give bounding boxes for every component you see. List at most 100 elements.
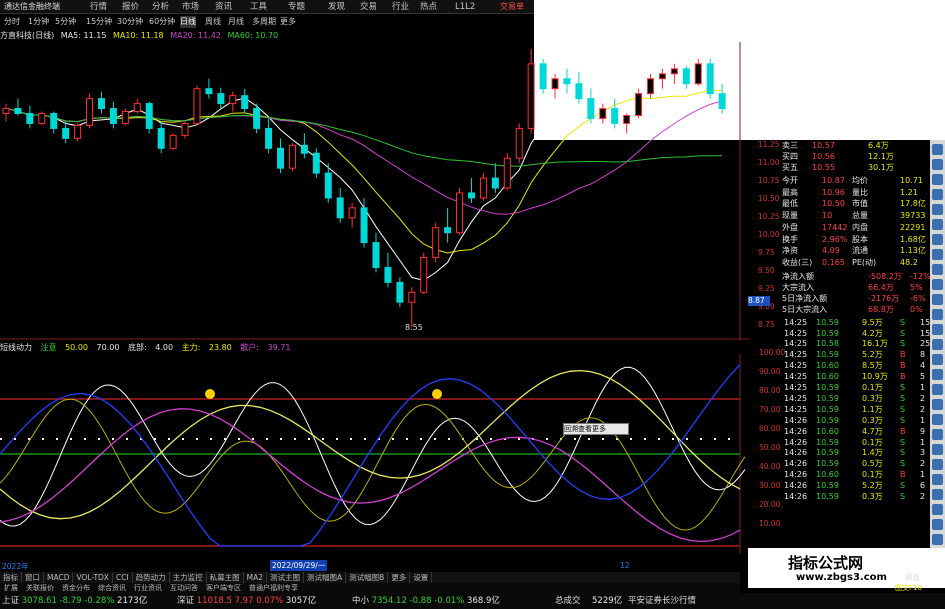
tick-side: S [900, 448, 906, 458]
tick-side: S [900, 459, 906, 469]
tick-volume: 8.5万 [862, 361, 883, 371]
date-label-month: 12 [620, 561, 630, 570]
timeframe-tab[interactable]: 1分钟 [28, 16, 49, 28]
indicator-tab[interactable]: 测试幅图B [346, 572, 389, 583]
tool-icon[interactable] [932, 429, 943, 440]
indicator-tab[interactable]: VOL-TDX [73, 572, 113, 583]
stat-value: 2.96% [822, 234, 848, 244]
tool-icon[interactable] [932, 279, 943, 290]
tick-side: B [900, 426, 906, 436]
panel-row: 最高 10.96 量比 1.21 [750, 187, 930, 198]
indicator-tab[interactable]: MACD [44, 572, 74, 583]
stat-value: 1.13亿 [900, 246, 926, 256]
side-label-f10[interactable]: 图交F10 [895, 583, 922, 593]
tool-icon[interactable] [932, 219, 943, 230]
tool-icon[interactable] [932, 519, 943, 530]
indicator-tab[interactable]: CCI [113, 572, 133, 583]
timeframe-tab[interactable]: 周线 [205, 16, 221, 28]
tool-icon[interactable] [932, 504, 943, 515]
stat-label: 今开 [782, 176, 798, 185]
tool-icon[interactable] [932, 339, 943, 350]
tool-icon[interactable] [932, 414, 943, 425]
tool-icon[interactable] [932, 444, 943, 455]
stat-label: 外盘 [782, 222, 798, 232]
indicator-tab[interactable]: 私募主图 [207, 572, 244, 583]
timeframe-tab[interactable]: 月线 [228, 16, 244, 28]
timeframe-tab[interactable]: 日线 [180, 16, 196, 28]
indicator-tab[interactable]: 窗口 [22, 572, 44, 583]
candle [408, 287, 416, 328]
extra-tab[interactable]: 互动问答 [166, 584, 202, 592]
extra-tab[interactable]: 客户端专区 [202, 584, 245, 592]
stat-value: 4.09 [822, 246, 840, 256]
timeframe-tab[interactable]: 30分钟 [117, 16, 143, 28]
blue-line [0, 364, 741, 547]
tick-side: B [900, 350, 906, 360]
extra-tab[interactable]: 扩展 [0, 584, 22, 592]
indicator-tab[interactable]: MA2 [244, 572, 268, 583]
tool-icon[interactable] [932, 144, 943, 155]
timeframe-tab[interactable]: 多周期 [252, 16, 276, 28]
tool-icon[interactable] [932, 174, 943, 185]
tick-side: S [900, 328, 906, 338]
tool-icon[interactable] [932, 309, 943, 320]
tick-time: 14:25 [784, 350, 808, 360]
extra-tab[interactable]: 资金分布 [58, 584, 94, 592]
extra-tab[interactable]: 行业资讯 [130, 584, 166, 592]
tool-icon[interactable] [932, 159, 943, 170]
index-quote[interactable]: 深证 11018.5 7.97 0.07% 3057亿 [177, 593, 316, 609]
extra-tab[interactable]: 普通户福利专享 [245, 584, 302, 592]
tick-price: 10.59 [816, 383, 839, 392]
timeframe-tab[interactable]: 15分钟 [86, 16, 112, 28]
index-quote[interactable]: 中小 7354.12 -0.88 -0.01% 368.9亿 [352, 593, 500, 609]
tool-icon[interactable] [932, 459, 943, 470]
timeframe-tab[interactable]: 60分钟 [149, 16, 175, 28]
price-chart[interactable]: 8.55 [0, 42, 750, 340]
tick-side: S [900, 404, 906, 414]
tick-count: 4 [920, 361, 926, 371]
timeframe-bar: 分时 1分钟 5分钟 15分钟 30分钟 60分钟 日线 周线 月线 多周期 更多 [0, 0, 534, 30]
side-label-model[interactable]: 模板 [905, 572, 920, 583]
candle [551, 73, 559, 99]
tick-count: 9 [920, 426, 926, 436]
tool-icon[interactable] [932, 489, 943, 500]
tool-icon[interactable] [932, 384, 943, 395]
candle [133, 98, 141, 114]
timeframe-tab[interactable]: 更多 [280, 16, 296, 28]
tool-icon[interactable] [932, 474, 943, 485]
indicator-tab[interactable]: 测试主图 [267, 572, 305, 583]
tool-icon[interactable] [932, 249, 943, 260]
extra-tab[interactable]: 关联报价 [22, 584, 58, 592]
extra-tab[interactable]: 综合资讯 [94, 584, 130, 592]
timeframe-tab[interactable]: 5分钟 [55, 16, 76, 28]
indicator-chart[interactable] [0, 354, 750, 554]
panel-row: 14:26 10.59 0.3万 S 2 [750, 491, 930, 502]
tool-icon[interactable] [932, 234, 943, 245]
indicator-tab[interactable]: 指标 [0, 572, 22, 583]
indicator-tab[interactable]: 主力监控 [170, 572, 207, 583]
tool-icon[interactable] [932, 354, 943, 365]
index-quote[interactable]: 上证 3078.61 -8.79 -0.28% 2173亿 [2, 593, 147, 609]
tool-icon[interactable] [932, 399, 943, 410]
watermark-url: www.zbgs3.com [796, 572, 887, 583]
candle [635, 88, 643, 119]
tooltip-popup[interactable]: 回溯查看更多 [563, 423, 629, 435]
indicator-tab[interactable]: 趋势动力 [133, 572, 170, 583]
date-label-cursor: 2022/09/29/一 [270, 560, 328, 571]
tool-icon[interactable] [932, 294, 943, 305]
timeframe-tab[interactable]: 分时 [4, 16, 20, 28]
panel-row: 14:25 10.59 0.3万 S 2 [750, 393, 930, 404]
indicator-tab[interactable]: 更多 [388, 572, 411, 583]
indicator-tab[interactable]: 测试幅图A [304, 572, 347, 583]
tool-icon[interactable] [932, 324, 943, 335]
flow-label: 5日净流入额 [782, 293, 828, 303]
tool-icon[interactable] [932, 534, 943, 545]
tool-icon[interactable] [932, 264, 943, 275]
indicator-tab[interactable]: 设置 [410, 572, 433, 583]
panel-row: 现量 10 总量 39733 [750, 210, 930, 221]
tool-icon[interactable] [932, 189, 943, 200]
tool-icon[interactable] [932, 369, 943, 380]
panel-row: 14:26 10.59 0.3万 S 1 [750, 415, 930, 426]
candle [623, 113, 631, 134]
tool-icon[interactable] [932, 204, 943, 215]
